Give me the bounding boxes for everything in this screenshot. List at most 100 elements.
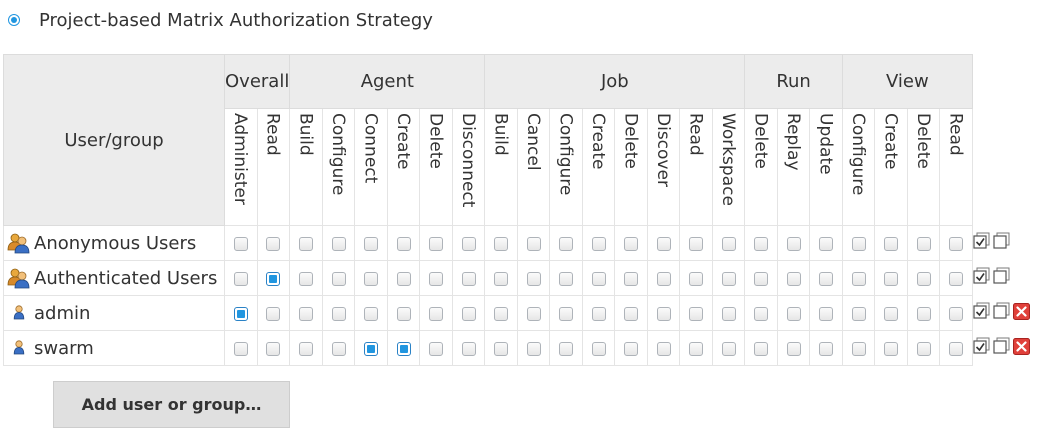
remove-entry-icon[interactable] xyxy=(1012,302,1030,324)
permission-checkbox[interactable] xyxy=(624,237,639,251)
permission-checkbox[interactable] xyxy=(559,272,574,286)
permission-checkbox[interactable] xyxy=(364,307,379,321)
permission-checkbox[interactable] xyxy=(689,237,704,251)
permission-checkbox[interactable] xyxy=(786,237,801,251)
permission-checkbox[interactable] xyxy=(819,342,834,356)
permission-checkbox[interactable] xyxy=(786,272,801,286)
permission-checkbox[interactable] xyxy=(591,237,606,251)
permission-checkbox[interactable] xyxy=(916,307,931,321)
permission-checkbox[interactable] xyxy=(526,307,541,321)
permission-checkbox[interactable] xyxy=(916,342,931,356)
permission-checkbox[interactable] xyxy=(266,342,281,356)
permission-checkbox[interactable] xyxy=(461,237,476,251)
permission-checkbox[interactable] xyxy=(851,272,866,286)
permission-checkbox[interactable] xyxy=(949,272,964,286)
permission-checkbox[interactable] xyxy=(429,342,444,356)
permission-checkbox[interactable] xyxy=(851,342,866,356)
permission-checkbox[interactable] xyxy=(591,307,606,321)
permission-checkbox[interactable] xyxy=(884,237,899,251)
permission-checkbox[interactable] xyxy=(494,307,509,321)
permission-checkbox[interactable] xyxy=(559,237,574,251)
permission-checkbox[interactable] xyxy=(591,342,606,356)
permission-checkbox[interactable] xyxy=(494,272,509,286)
select-all-icon[interactable] xyxy=(973,267,991,289)
permission-checkbox[interactable] xyxy=(429,272,444,286)
permission-checkbox[interactable] xyxy=(233,237,248,251)
select-all-icon[interactable] xyxy=(973,337,991,359)
permission-checkbox[interactable] xyxy=(429,237,444,251)
permission-checkbox[interactable] xyxy=(331,342,346,356)
permission-checkbox[interactable] xyxy=(591,272,606,286)
permission-checkbox[interactable] xyxy=(559,307,574,321)
permission-checkbox[interactable] xyxy=(721,272,736,286)
permission-checkbox[interactable] xyxy=(331,307,346,321)
permission-checkbox[interactable] xyxy=(949,307,964,321)
add-user-or-group-button[interactable]: Add user or group… xyxy=(53,381,290,428)
unselect-all-icon[interactable] xyxy=(993,232,1011,254)
permission-checkbox[interactable] xyxy=(884,342,899,356)
permission-checkbox[interactable] xyxy=(364,272,379,286)
permission-checkbox[interactable] xyxy=(624,272,639,286)
permission-checkbox[interactable] xyxy=(689,272,704,286)
select-all-icon[interactable] xyxy=(973,302,991,324)
permission-checkbox[interactable] xyxy=(331,272,346,286)
permission-checkbox[interactable] xyxy=(819,272,834,286)
permission-checkbox[interactable] xyxy=(624,307,639,321)
permission-checkbox[interactable] xyxy=(461,272,476,286)
permission-checkbox[interactable] xyxy=(786,342,801,356)
permission-checkbox[interactable] xyxy=(233,272,248,286)
permission-checkbox[interactable] xyxy=(396,272,411,286)
permission-checkbox[interactable] xyxy=(299,237,314,251)
permission-checkbox[interactable] xyxy=(299,342,314,356)
permission-checkbox[interactable] xyxy=(396,307,411,321)
permission-checkbox[interactable] xyxy=(233,342,248,356)
permission-checkbox[interactable] xyxy=(299,272,314,286)
permission-checkbox[interactable] xyxy=(754,272,769,286)
permission-checkbox[interactable] xyxy=(526,272,541,286)
permission-checkbox[interactable] xyxy=(233,307,248,321)
unselect-all-icon[interactable] xyxy=(993,337,1011,359)
unselect-all-icon[interactable] xyxy=(993,267,1011,289)
permission-checkbox[interactable] xyxy=(396,342,411,356)
permission-checkbox[interactable] xyxy=(656,342,671,356)
permission-checkbox[interactable] xyxy=(656,237,671,251)
permission-checkbox[interactable] xyxy=(754,307,769,321)
authorization-strategy-option[interactable]: Project-based Matrix Authorization Strat… xyxy=(8,8,433,32)
permission-checkbox[interactable] xyxy=(494,342,509,356)
permission-checkbox[interactable] xyxy=(624,342,639,356)
permission-checkbox[interactable] xyxy=(884,307,899,321)
permission-checkbox[interactable] xyxy=(721,307,736,321)
select-all-icon[interactable] xyxy=(973,232,991,254)
strategy-radio-button[interactable] xyxy=(8,14,20,26)
permission-checkbox[interactable] xyxy=(689,307,704,321)
permission-checkbox[interactable] xyxy=(754,342,769,356)
permission-checkbox[interactable] xyxy=(851,237,866,251)
permission-checkbox[interactable] xyxy=(559,342,574,356)
permission-checkbox[interactable] xyxy=(689,342,704,356)
unselect-all-icon[interactable] xyxy=(993,302,1011,324)
permission-checkbox[interactable] xyxy=(299,307,314,321)
permission-checkbox[interactable] xyxy=(526,237,541,251)
permission-checkbox[interactable] xyxy=(819,237,834,251)
permission-checkbox[interactable] xyxy=(754,237,769,251)
permission-checkbox[interactable] xyxy=(364,237,379,251)
permission-checkbox[interactable] xyxy=(656,272,671,286)
permission-checkbox[interactable] xyxy=(266,307,281,321)
permission-checkbox[interactable] xyxy=(266,237,281,251)
permission-checkbox[interactable] xyxy=(364,342,379,356)
permission-checkbox[interactable] xyxy=(916,237,931,251)
permission-checkbox[interactable] xyxy=(851,307,866,321)
permission-checkbox[interactable] xyxy=(331,237,346,251)
permission-checkbox[interactable] xyxy=(526,342,541,356)
remove-entry-icon[interactable] xyxy=(1012,337,1030,359)
permission-checkbox[interactable] xyxy=(916,272,931,286)
permission-checkbox[interactable] xyxy=(461,342,476,356)
permission-checkbox[interactable] xyxy=(494,237,509,251)
permission-checkbox[interactable] xyxy=(884,272,899,286)
permission-checkbox[interactable] xyxy=(721,237,736,251)
permission-checkbox[interactable] xyxy=(266,272,281,286)
permission-checkbox[interactable] xyxy=(429,307,444,321)
permission-checkbox[interactable] xyxy=(949,342,964,356)
permission-checkbox[interactable] xyxy=(819,307,834,321)
permission-checkbox[interactable] xyxy=(656,307,671,321)
